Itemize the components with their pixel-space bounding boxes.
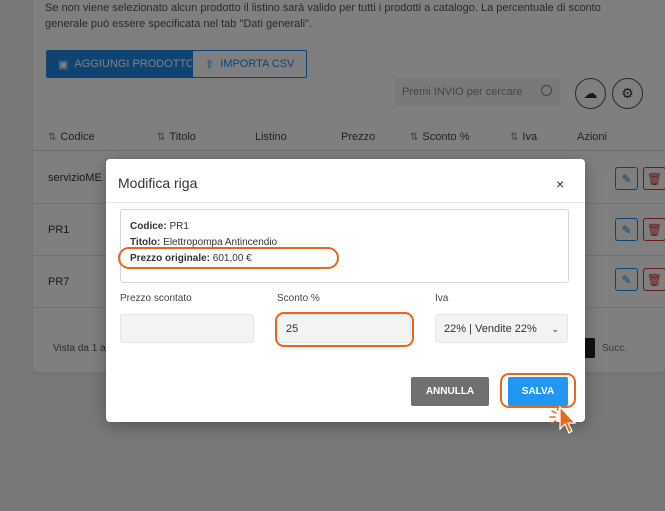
vat-select[interactable]: 22% | Vendite 22% ⌄ bbox=[435, 314, 568, 343]
discounted-price-input[interactable] bbox=[120, 314, 254, 343]
modal-divider bbox=[106, 202, 585, 203]
discount-label: Sconto % bbox=[277, 293, 320, 304]
original-price-highlight bbox=[118, 247, 339, 269]
product-info-box: Codice: PR1 Titolo: Elettropompa Antince… bbox=[120, 209, 569, 283]
click-cursor-icon bbox=[549, 405, 577, 434]
vat-label: Iva bbox=[435, 293, 449, 304]
chevron-down-icon: ⌄ bbox=[551, 324, 559, 334]
discount-input-highlight bbox=[275, 312, 414, 347]
product-code: PR1 bbox=[169, 221, 189, 232]
product-code-line: Codice: PR1 bbox=[130, 221, 189, 232]
vat-selected-value: 22% | Vendite 22% bbox=[444, 322, 537, 335]
cancel-button[interactable]: ANNULLA bbox=[411, 377, 489, 406]
discounted-price-label: Prezzo scontato bbox=[120, 293, 192, 304]
close-icon[interactable]: × bbox=[556, 176, 564, 192]
modal-title: Modifica riga bbox=[118, 175, 198, 191]
